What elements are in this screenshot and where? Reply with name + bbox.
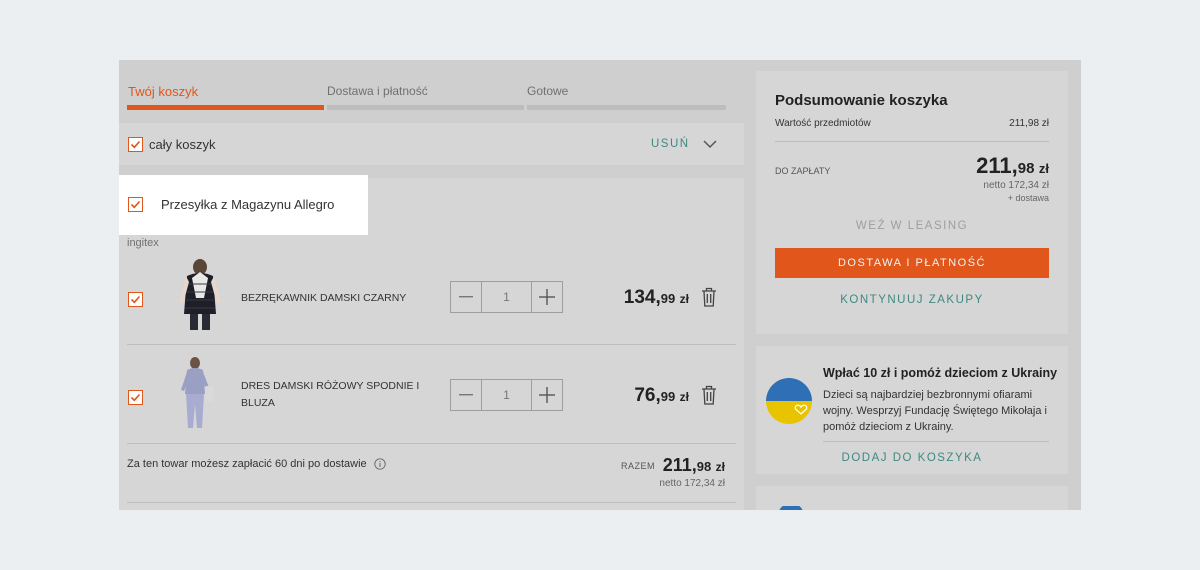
item-name-line2[interactable]: BLUZA (241, 397, 275, 409)
trash-icon[interactable] (701, 385, 717, 405)
shipment-checkbox[interactable] (128, 197, 143, 212)
group-divider (127, 502, 736, 503)
quantity-stepper: 1 (450, 281, 563, 313)
decrease-quantity-button[interactable] (451, 380, 482, 410)
increase-quantity-button[interactable] (531, 282, 562, 312)
product-image-tracksuit[interactable] (179, 356, 219, 432)
select-all-label: cały koszyk (149, 137, 216, 152)
charity-card: Wpłać 10 zł i pomóż dzieciom z Ukrainy D… (756, 346, 1068, 474)
leasing-button[interactable]: WEŹ W LEASING (775, 220, 1049, 232)
product-image-vest[interactable] (174, 258, 224, 334)
checkout-button[interactable]: DOSTAWA I PŁATNOŚĆ (775, 248, 1049, 278)
quantity-stepper: 1 (450, 379, 563, 411)
remove-all-button[interactable]: USUŃ (651, 138, 690, 150)
summary-title: Podsumowanie koszyka (775, 92, 948, 109)
card-icon (779, 506, 803, 510)
charity-title: Wpłać 10 zł i pomóż dzieciom z Ukrainy (823, 366, 1058, 380)
charity-desc-line3: pomóż dzieciom z Ukrainy. (823, 421, 954, 433)
info-icon[interactable] (374, 458, 386, 470)
item-checkbox[interactable] (128, 390, 143, 405)
item-name[interactable]: BEZRĘKAWNIK DAMSKI CZARNY (241, 292, 406, 304)
chevron-down-icon[interactable] (703, 139, 717, 149)
plus-icon (539, 289, 555, 305)
group-total-price: 211,98 zł (662, 455, 725, 475)
item-name-line1[interactable]: DRES DAMSKI RÓŻOWY SPODNIE I (241, 380, 419, 392)
plus-icon (539, 387, 555, 403)
step-delivery-payment[interactable]: Dostawa i płatność (327, 84, 428, 98)
to-pay-label: DO ZAPŁATY (775, 166, 831, 176)
step-done[interactable]: Gotowe (527, 84, 568, 98)
plus-delivery: + dostawa (1007, 193, 1049, 203)
charity-desc-line2: wojny. Wesprzyj Fundację Świętego Mikoła… (823, 405, 1047, 417)
decrease-quantity-button[interactable] (451, 282, 482, 312)
pay-later-info: Za ten towar możesz zapłacić 60 dni po d… (127, 458, 367, 470)
continue-shopping-link[interactable]: KONTYNUUJ ZAKUPY (775, 294, 1049, 306)
next-card (756, 486, 1068, 510)
summary-card: Podsumowanie koszyka Wartość przedmiotów… (756, 71, 1068, 334)
group-total-net: netto 172,34 zł (659, 478, 725, 489)
charity-add-button[interactable]: DODAJ DO KOSZYKA (775, 452, 1049, 464)
increase-quantity-button[interactable] (531, 380, 562, 410)
cart-page: Twój koszyk Dostawa i płatność Gotowe ca… (119, 60, 1081, 510)
minus-icon (459, 296, 473, 298)
total-price: 211,98 zł (976, 153, 1049, 178)
select-all-checkbox[interactable] (128, 137, 143, 152)
step-done-bar (527, 105, 726, 110)
shipment-label: Przesyłka z Magazynu Allegro (161, 197, 335, 212)
charity-divider (823, 441, 1049, 442)
quantity-input[interactable]: 1 (482, 380, 531, 410)
item-divider (127, 443, 736, 444)
minus-icon (459, 394, 473, 396)
item-checkbox[interactable] (128, 292, 143, 307)
items-value-label: Wartość przedmiotów (775, 118, 871, 129)
trash-icon[interactable] (701, 287, 717, 307)
item-price: 134,99 zł (623, 287, 689, 308)
step-cart-bar (127, 105, 324, 110)
summary-divider (775, 141, 1049, 142)
item-divider (127, 344, 736, 345)
total-net: netto 172,34 zł (983, 180, 1049, 191)
ukraine-heart-icon (766, 378, 812, 424)
step-delivery-bar (327, 105, 524, 110)
charity-desc-line1: Dzieci są najbardziej bezbronnymi ofiara… (823, 389, 1033, 401)
cart-header: cały koszyk USUŃ (119, 123, 744, 165)
step-cart[interactable]: Twój koszyk (128, 84, 198, 99)
seller-name[interactable]: ingitex (127, 237, 159, 249)
item-price: 76,99 zł (634, 385, 689, 406)
shipment-header: Przesyłka z Magazynu Allegro (119, 175, 368, 235)
items-value: 211,98 zł (1009, 118, 1049, 129)
quantity-input[interactable]: 1 (482, 282, 531, 312)
